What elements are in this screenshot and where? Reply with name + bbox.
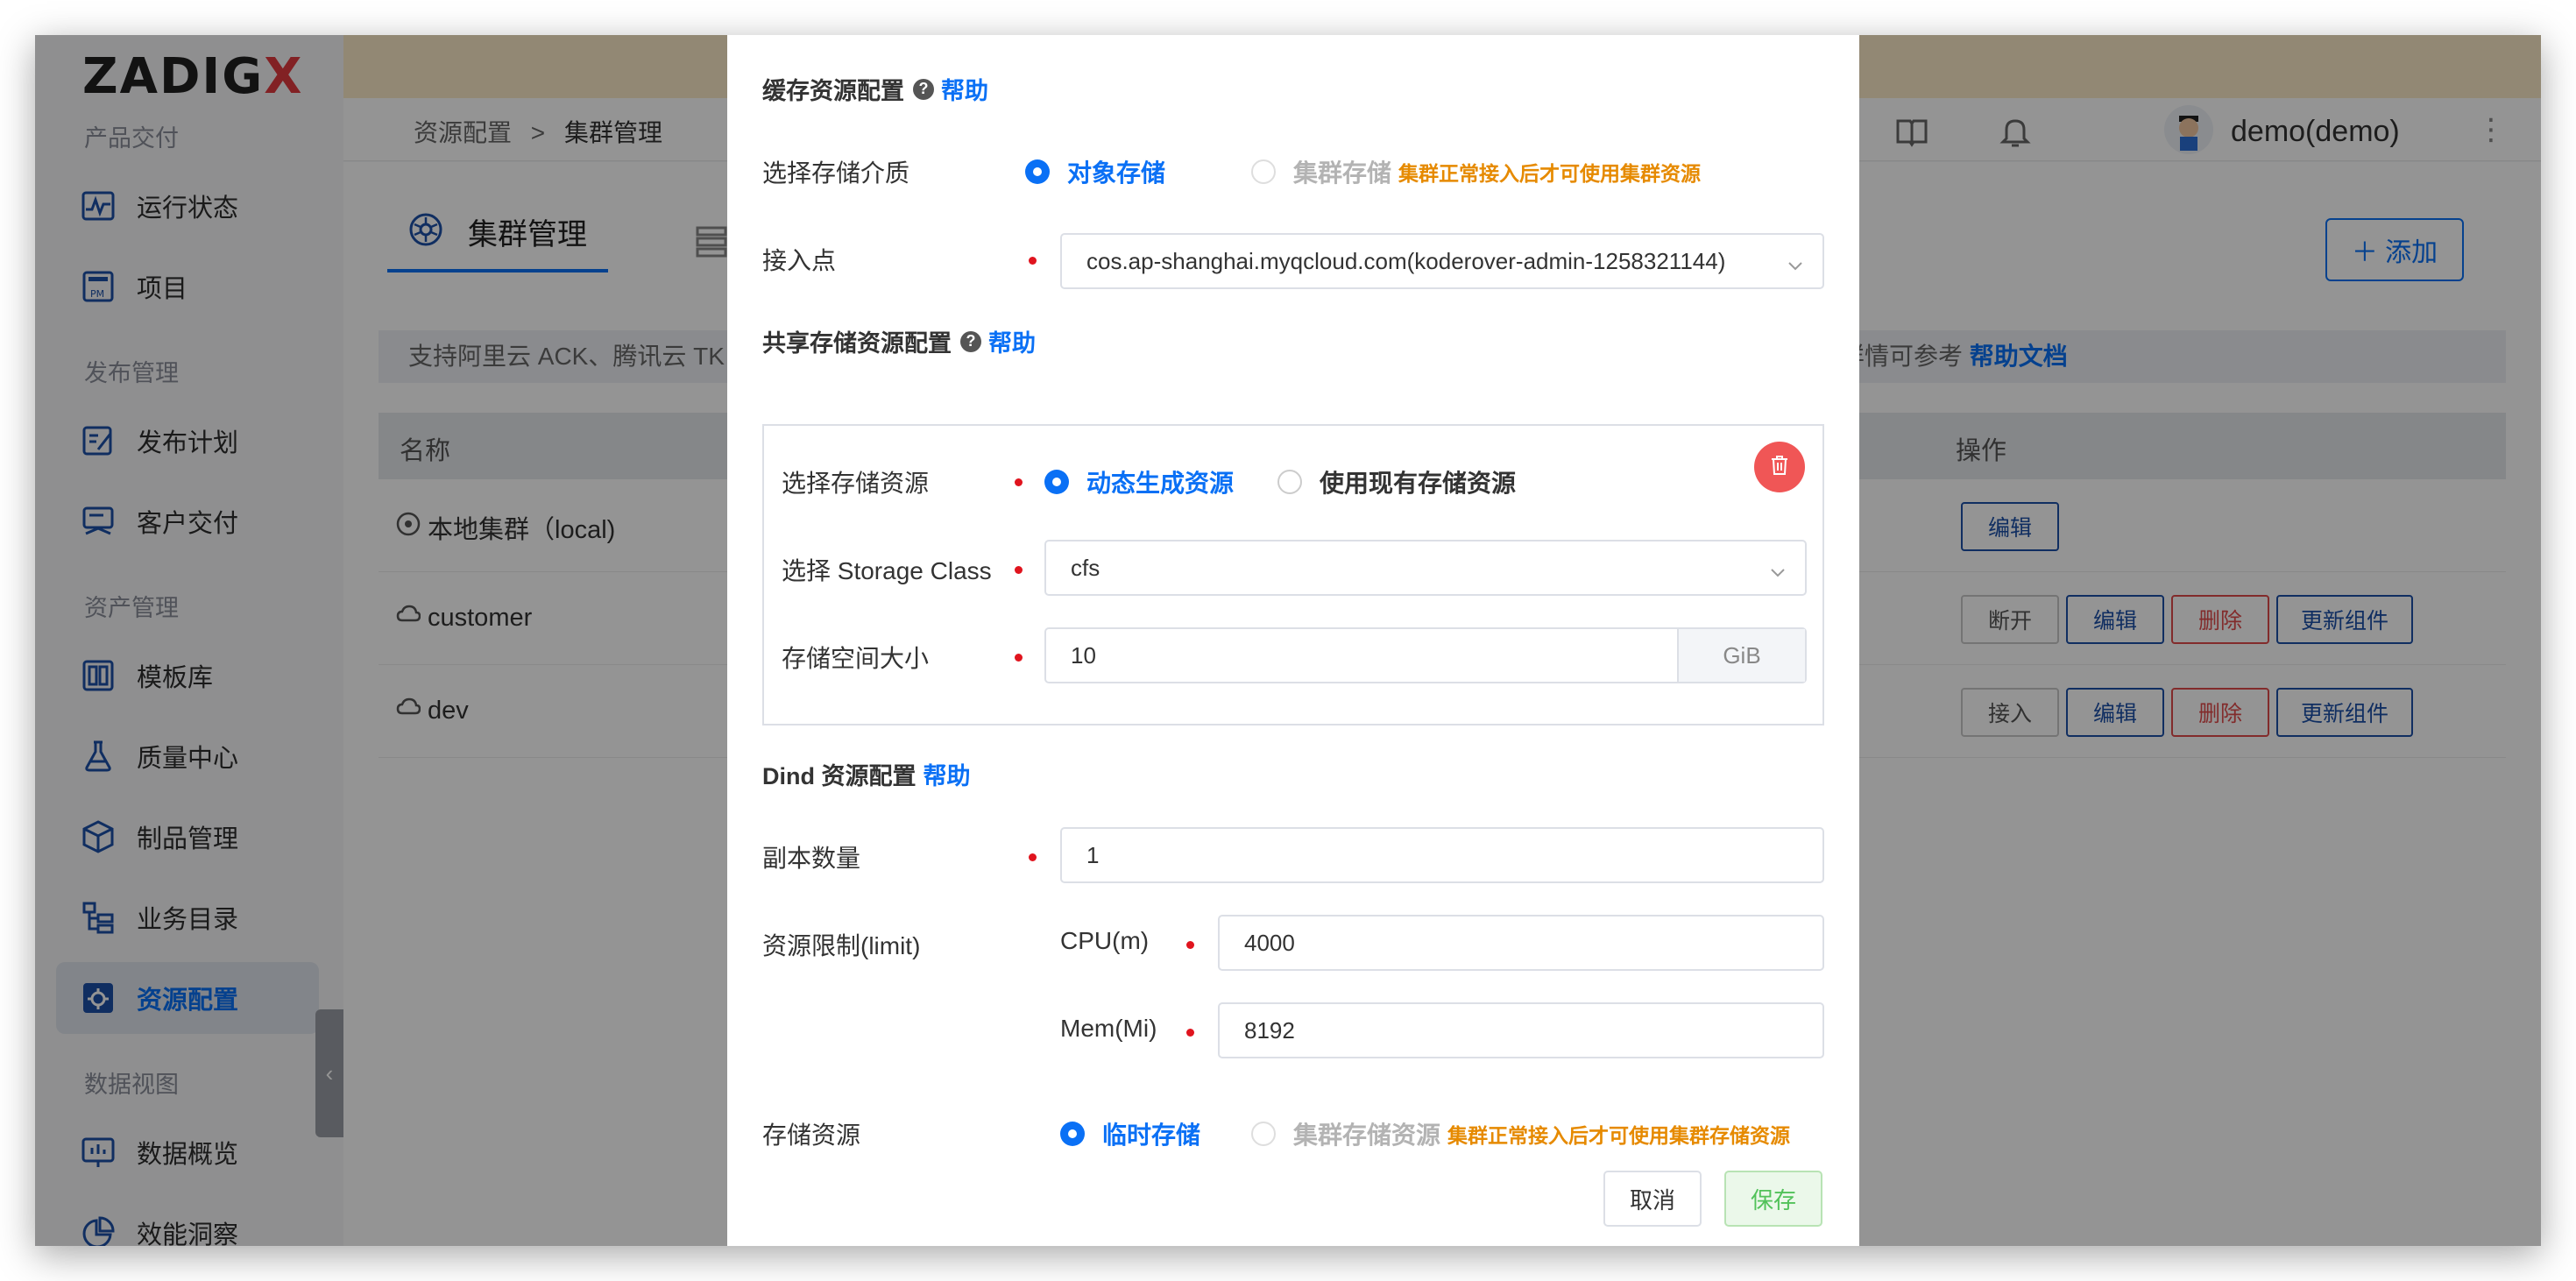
- screen: ZADIG X 产品交付 运行状态 PM 项目 发布管理 发布计划 客户交付 资产…: [0, 0, 2576, 1281]
- required-mark: [1029, 853, 1037, 861]
- radio-existing-resource[interactable]: 使用现有存储资源: [1277, 464, 1516, 499]
- limit-label: 资源限制(limit): [762, 932, 921, 959]
- share-storage-box: 选择存储资源 动态生成资源 使用现有存储资源 选择 Storage Class …: [762, 424, 1824, 725]
- storage-medium-label: 选择存储介质: [762, 159, 910, 187]
- chevron-down-icon: [1787, 252, 1803, 271]
- radio-dot: [1060, 1122, 1085, 1146]
- replica-value: 1: [1086, 841, 1100, 868]
- cancel-button[interactable]: 取消: [1603, 1171, 1702, 1227]
- storage-resource-label: 选择存储资源: [782, 470, 930, 497]
- radio-dot: [1251, 159, 1276, 184]
- endpoint-select[interactable]: cos.ap-shanghai.myqcloud.com(koderover-a…: [1060, 233, 1824, 289]
- app-window: ZADIG X 产品交付 运行状态 PM 项目 发布管理 发布计划 客户交付 资产…: [35, 35, 2541, 1246]
- radio-label: 对象存储: [1067, 159, 1166, 187]
- storage-class-select[interactable]: cfs: [1044, 540, 1807, 596]
- cluster-warning: 集群正常接入后才可使用集群存储资源: [1447, 1124, 1791, 1147]
- dind-section-title: Dind 资源配置 帮助: [762, 757, 971, 791]
- cluster-warning: 集群正常接入后才可使用集群资源: [1398, 162, 1702, 185]
- radio-label: 集群存储: [1293, 159, 1392, 187]
- delete-storage-button[interactable]: [1754, 442, 1805, 492]
- required-mark: [1015, 654, 1023, 662]
- radio-cluster-storage[interactable]: 集群存储 集群正常接入后才可使用集群资源: [1251, 154, 1701, 189]
- radio-label: 集群存储资源: [1293, 1122, 1441, 1149]
- cpu-value: 4000: [1244, 929, 1295, 956]
- replica-label: 副本数量: [762, 845, 861, 872]
- storage-size-value: 10: [1071, 641, 1096, 669]
- cache-section-title: 缓存资源配置 ? 帮助: [762, 72, 988, 106]
- endpoint-value: cos.ap-shanghai.myqcloud.com(koderover-a…: [1086, 247, 1726, 274]
- radio-label: 临时存储: [1102, 1122, 1201, 1149]
- endpoint-label: 接入点: [762, 247, 837, 274]
- question-icon[interactable]: ?: [960, 330, 981, 352]
- radio-dot: [1025, 159, 1050, 184]
- dind-storage-label: 存储资源: [762, 1122, 861, 1149]
- dind-help-link[interactable]: 帮助: [924, 757, 971, 791]
- radio-dot: [1277, 470, 1302, 494]
- section-title-text: 共享存储资源配置: [762, 330, 952, 357]
- required-mark: [1029, 257, 1037, 265]
- required-mark: [1015, 566, 1023, 574]
- cpu-label: CPU(m): [1060, 927, 1150, 954]
- storage-class-label: 选择 Storage Class: [782, 557, 992, 584]
- storage-size-label: 存储空间大小: [782, 645, 930, 672]
- cpu-input[interactable]: 4000: [1218, 915, 1824, 971]
- size-unit: GiB: [1677, 629, 1805, 682]
- required-mark: [1186, 941, 1194, 949]
- radio-temp-storage[interactable]: 临时存储: [1060, 1116, 1200, 1151]
- cache-help-link[interactable]: 帮助: [941, 72, 988, 106]
- question-icon[interactable]: ?: [913, 78, 934, 100]
- radio-dot: [1251, 1122, 1276, 1146]
- radio-cluster-storage-resource[interactable]: 集群存储资源 集群正常接入后才可使用集群存储资源: [1251, 1116, 1790, 1151]
- radio-label: 动态生成资源: [1086, 470, 1235, 497]
- radio-dynamic-resource[interactable]: 动态生成资源: [1044, 464, 1234, 499]
- mem-input[interactable]: 8192: [1218, 1002, 1824, 1058]
- share-section-title: 共享存储资源配置 ? 帮助: [762, 324, 1036, 358]
- storage-size-input[interactable]: 10 GiB: [1044, 627, 1807, 683]
- section-title-text: Dind 资源配置: [762, 763, 916, 789]
- radio-dot: [1044, 470, 1069, 494]
- section-title-text: 缓存资源配置: [762, 78, 904, 104]
- required-mark: [1015, 478, 1023, 486]
- radio-object-storage[interactable]: 对象存储: [1025, 154, 1165, 189]
- cluster-config-dialog: 缓存资源配置 ? 帮助 选择存储介质 对象存储 集群存储 集群正常接入后才可使用集…: [727, 35, 1859, 1246]
- replica-input[interactable]: 1: [1060, 827, 1824, 883]
- mem-label: Mem(Mi): [1060, 1015, 1157, 1042]
- save-button[interactable]: 保存: [1724, 1171, 1822, 1227]
- radio-label: 使用现有存储资源: [1320, 470, 1517, 497]
- storage-class-value: cfs: [1071, 554, 1100, 581]
- mem-value: 8192: [1244, 1016, 1295, 1044]
- required-mark: [1186, 1029, 1194, 1037]
- share-help-link[interactable]: 帮助: [988, 324, 1036, 358]
- trash-icon: [1768, 454, 1791, 481]
- chevron-down-icon: [1770, 559, 1786, 577]
